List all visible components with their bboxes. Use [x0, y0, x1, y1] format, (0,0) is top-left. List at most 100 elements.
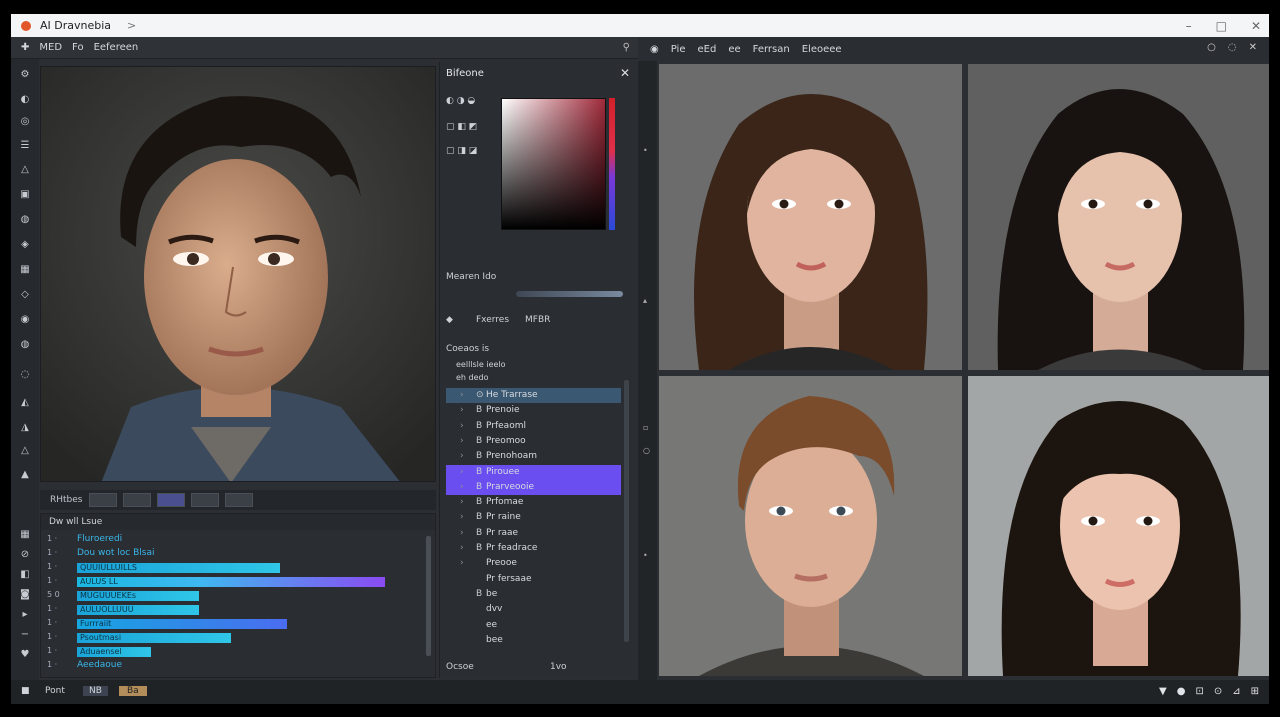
bar-row[interactable]: 1 · Furrraiit [41, 618, 437, 630]
swatch-row-icon[interactable]: ▢ ◨ ◪ [446, 146, 477, 156]
tool-contrast-icon[interactable]: ◐ [19, 94, 31, 106]
bar-row[interactable]: 5 0 MUGUUUEKEs [41, 590, 437, 602]
close-button[interactable]: ✕ [1251, 19, 1261, 33]
tool-fill-icon[interactable]: ◮ [19, 422, 31, 434]
tree-node[interactable]: › B Prfeaoml [446, 419, 621, 434]
camera-icon[interactable]: ◙ [19, 589, 31, 601]
bar-row[interactable]: 1 · Aeedaoue [41, 660, 437, 672]
rail-triangle-icon[interactable]: ▴ [643, 296, 647, 305]
thumbnail[interactable] [88, 493, 117, 507]
tree-node[interactable]: › B Prenohoam [446, 449, 621, 464]
expand-chevron-icon[interactable]: › [460, 419, 464, 434]
expand-chevron-icon[interactable]: › [460, 526, 464, 541]
breadcrumb-chevron-icon[interactable]: > [127, 19, 136, 32]
tool-grid-icon[interactable]: ▦ [19, 264, 31, 276]
toolbar-item-med[interactable]: MED [39, 42, 62, 53]
photo-cell[interactable] [659, 64, 962, 370]
status-tab[interactable]: NB [83, 686, 108, 696]
thumbnail-selected[interactable] [156, 493, 185, 507]
record-icon[interactable]: ● [1177, 686, 1186, 697]
tool-lasso-icon[interactable]: ◌ [19, 369, 31, 381]
expand-chevron-icon[interactable]: › [460, 465, 464, 480]
color-picker-field[interactable] [501, 98, 606, 230]
tree-node[interactable]: › B Prarveooie [446, 479, 621, 495]
photo-cell[interactable] [968, 376, 1269, 682]
tool-settings-icon[interactable]: ⚙ [19, 69, 31, 81]
panel-close-icon[interactable]: ✕ [620, 66, 630, 80]
tree-node[interactable]: ee [446, 618, 621, 633]
swatch-row-icon[interactable]: ▢ ◧ ◩ [446, 122, 477, 132]
layers-icon[interactable]: ▦ [19, 529, 31, 541]
expand-chevron-icon[interactable]: › [460, 510, 464, 525]
rail-lock-icon[interactable]: ▫ [643, 423, 648, 432]
bar-row[interactable]: 1 · QUUIULLUILLS [41, 562, 437, 574]
expand-chevron-icon[interactable]: › [460, 556, 464, 571]
tree-node[interactable]: Bbe [446, 587, 621, 602]
grid-icon[interactable]: ⊞ [1251, 686, 1259, 697]
expand-chevron-icon[interactable]: › [460, 403, 464, 418]
pin-icon[interactable]: ⚲ [623, 42, 630, 53]
expand-chevron-icon[interactable]: › [460, 541, 464, 556]
thumbnail[interactable] [122, 493, 151, 507]
photo-cell[interactable] [968, 64, 1269, 370]
tree-node[interactable]: › B Prfomae [446, 495, 621, 510]
tree-node[interactable]: › Preooe [446, 556, 621, 571]
toolbar-item-reference[interactable]: Eefereen [94, 42, 139, 53]
tool-brush-icon[interactable]: ◍ [19, 339, 31, 351]
tree-node[interactable]: Pr fersaae [446, 572, 621, 587]
toolbar-item[interactable]: Eleoeee [802, 44, 842, 55]
opacity-slider[interactable] [516, 291, 623, 297]
thumbnail[interactable] [224, 493, 253, 507]
expand-chevron-icon[interactable]: › [460, 434, 464, 449]
bar-row[interactable]: 1 · AULUS LL [41, 576, 437, 588]
toolbar-item[interactable]: Ferrsan [753, 44, 790, 55]
mask-icon[interactable]: ◧ [19, 569, 31, 581]
bar-row[interactable]: 1 · Aduaensel [41, 646, 437, 658]
bar-row[interactable]: 1 · Fluroeredi [41, 534, 437, 546]
maximize-button[interactable]: □ [1216, 19, 1227, 33]
tool-diamond-icon[interactable]: ◈ [19, 239, 31, 251]
globe-icon[interactable]: ◉ [650, 44, 659, 55]
tool-warp-icon[interactable]: △ [19, 445, 31, 457]
stop-icon[interactable]: ■ [21, 686, 30, 696]
ruler-icon[interactable]: ⊿ [1232, 686, 1240, 697]
link-icon[interactable]: ⊘ [19, 549, 31, 561]
tool-radio-icon[interactable]: ◉ [19, 314, 31, 326]
circle-icon[interactable]: ○ [1207, 42, 1216, 53]
toolbar-item[interactable]: ee [728, 44, 740, 55]
tool-target-icon[interactable]: ◎ [19, 116, 31, 128]
layer-row-mode[interactable]: MFBR [525, 315, 550, 325]
thumbnail[interactable] [190, 493, 219, 507]
tool-menu-icon[interactable]: ☰ [19, 140, 31, 152]
expand-chevron-icon[interactable]: › [460, 388, 464, 403]
layer-row-icon[interactable]: ◆ [446, 315, 453, 325]
bar-row[interactable]: 1 · AULUOLLUUU [41, 604, 437, 616]
swatch-row-icon[interactable]: ◐ ◑ ◒ [446, 96, 475, 106]
tool-up-icon[interactable]: ▲ [19, 469, 31, 481]
tree-node[interactable]: › B Pr raine [446, 510, 621, 525]
minimize-button[interactable]: – [1186, 19, 1192, 33]
frame-icon[interactable]: ⊡ [1195, 686, 1203, 697]
tree-node[interactable]: bee [446, 633, 621, 648]
arrow-icon[interactable]: ▸ [19, 609, 31, 621]
heart-icon[interactable]: ♥ [19, 649, 31, 661]
refresh-icon[interactable]: ◌ [1228, 42, 1237, 53]
tree-scrollbar[interactable] [624, 380, 629, 642]
toolbar-item[interactable]: Pie [671, 44, 686, 55]
expand-chevron-icon[interactable]: › [460, 480, 464, 495]
dropdown-icon[interactable]: ▼ [1159, 686, 1167, 697]
toolbar-item[interactable]: eEd [697, 44, 716, 55]
tree-node[interactable]: › B Prenoie [446, 403, 621, 418]
tool-shape-icon[interactable]: ◇ [19, 289, 31, 301]
toolbar-item-fo[interactable]: Fo [72, 42, 84, 53]
tool-circle-icon[interactable]: ◍ [19, 214, 31, 226]
expand-chevron-icon[interactable]: › [460, 449, 464, 464]
tree-node[interactable]: › B Pr raae [446, 526, 621, 541]
tree-node[interactable]: › B Pr feadrace [446, 541, 621, 556]
close-icon[interactable]: ✕ [1249, 42, 1257, 53]
tree-node[interactable]: › ⊙ He Trarrase [446, 388, 621, 403]
tree-node[interactable]: dvv [446, 602, 621, 617]
tool-square-icon[interactable]: ▣ [19, 189, 31, 201]
target-icon[interactable]: ⊙ [1214, 686, 1222, 697]
bar-row[interactable]: 1 · Dou wot loc Blsai [41, 548, 437, 560]
